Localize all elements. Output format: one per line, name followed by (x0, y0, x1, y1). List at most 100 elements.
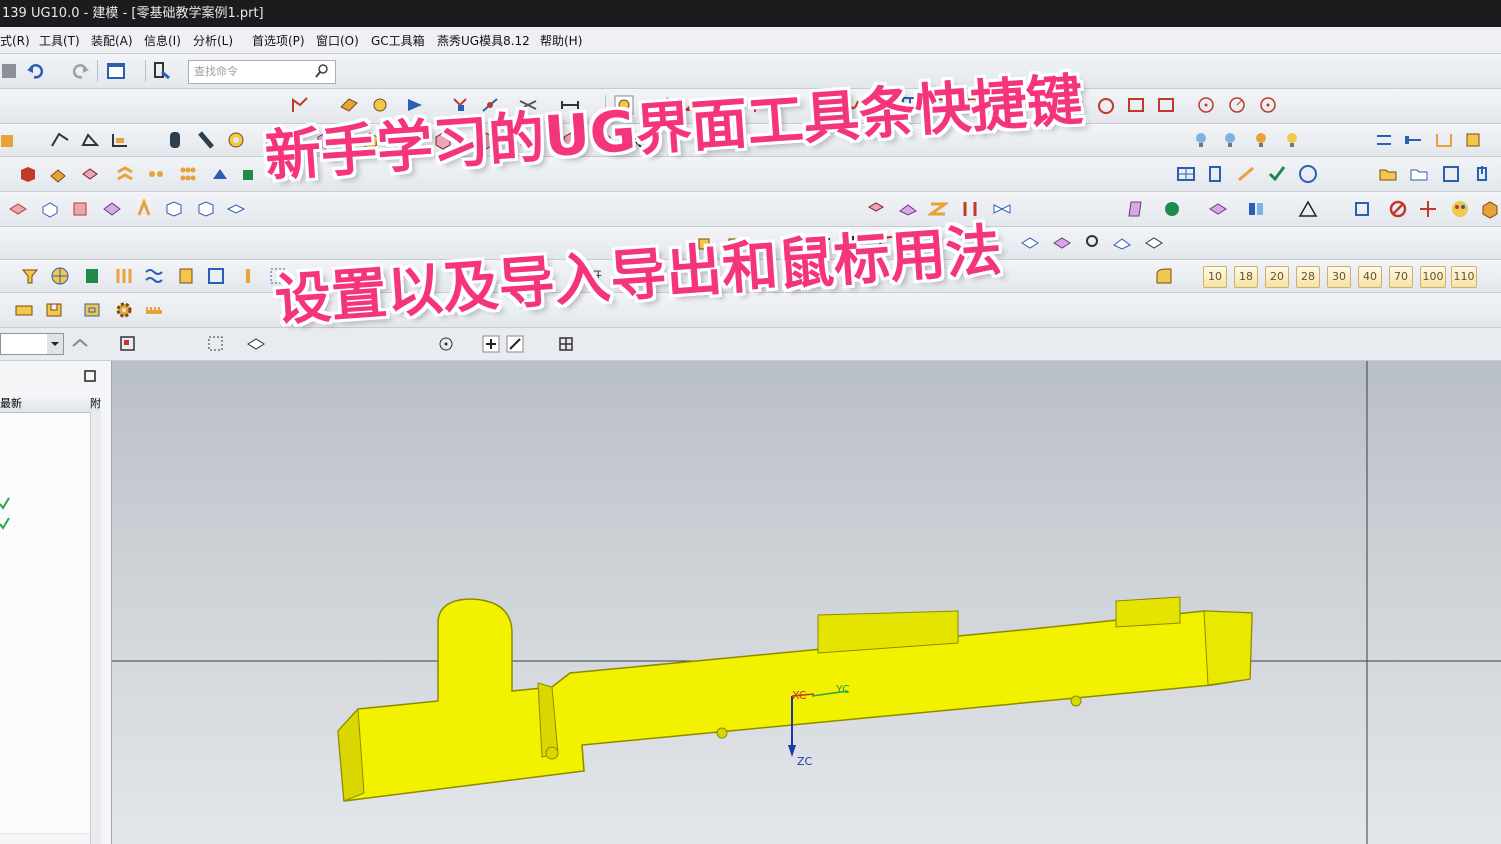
menu-item-preferences[interactable]: 首选项(P) (252, 32, 305, 49)
split-body-icon[interactable] (164, 199, 184, 219)
navigator-scrollbar[interactable] (90, 412, 101, 844)
pillar-icon[interactable] (238, 266, 258, 286)
command-search[interactable]: 查找命令 (188, 60, 336, 84)
table-row[interactable] (0, 533, 100, 554)
component-icon[interactable] (1464, 130, 1484, 150)
table-row[interactable] (0, 553, 100, 574)
table-feature-icon[interactable] (110, 130, 130, 150)
table-row[interactable] (0, 733, 100, 754)
offset-icon[interactable] (115, 164, 135, 184)
layer-28-button[interactable]: 28 (1296, 266, 1320, 288)
layer-20-button[interactable]: 20 (1265, 266, 1289, 288)
menu-item-info[interactable]: 信息(I) (144, 32, 181, 49)
table-row[interactable] (0, 813, 100, 834)
rect-icon[interactable] (1126, 95, 1146, 115)
clamp-icon[interactable] (82, 266, 102, 286)
trim-body-icon[interactable] (134, 199, 154, 219)
sew-icon[interactable] (226, 199, 246, 219)
touch-mode-icon[interactable] (152, 61, 172, 81)
table-row[interactable] (0, 773, 100, 794)
table-row[interactable] (0, 413, 100, 434)
bulb-blue-icon[interactable] (1222, 130, 1242, 150)
pattern-icon[interactable] (146, 164, 166, 184)
sketch-feature-icon[interactable] (50, 130, 70, 150)
table-row[interactable] (0, 693, 100, 714)
replace-face-icon[interactable] (102, 199, 122, 219)
menu-item-format[interactable]: 式(R) (0, 32, 30, 49)
menu-item-help[interactable]: 帮助(H) (540, 32, 582, 49)
bolt-icon[interactable] (196, 130, 216, 150)
menu-item-yanxiu-mold[interactable]: 燕秀UG模具8.12 (437, 32, 530, 49)
window-layout-icon[interactable] (106, 61, 126, 81)
gear-icon[interactable] (114, 300, 134, 320)
table-row[interactable] (0, 793, 100, 814)
comb-icon[interactable] (144, 300, 164, 320)
table-row[interactable] (0, 473, 100, 494)
table-row[interactable] (0, 753, 100, 774)
filter-dropdown[interactable] (0, 333, 64, 355)
box-icon[interactable] (1480, 199, 1500, 219)
menu-item-assembly[interactable]: 装配(A) (91, 32, 133, 49)
menu-item-tools[interactable]: 工具(T) (39, 32, 80, 49)
array-icon[interactable] (178, 164, 198, 184)
table-row[interactable] (0, 613, 100, 634)
lasso-icon[interactable] (206, 334, 226, 354)
wave-icon[interactable] (144, 266, 164, 286)
palette-icon[interactable] (1450, 199, 1470, 219)
select-rect-icon[interactable] (118, 334, 138, 354)
table-row[interactable] (0, 513, 100, 534)
no-entry-icon[interactable] (1388, 199, 1408, 219)
chevron-down-icon[interactable] (47, 334, 63, 354)
layer-icon[interactable] (1208, 199, 1228, 219)
feature-group-icon[interactable] (240, 164, 260, 184)
move-face-icon[interactable] (40, 199, 60, 219)
table-row[interactable] (0, 633, 100, 654)
pin-icon[interactable] (20, 266, 40, 286)
align-icon[interactable] (1374, 130, 1394, 150)
table-row[interactable] (0, 453, 100, 474)
table-row[interactable] (0, 493, 100, 514)
bulb-icon[interactable] (1193, 130, 1213, 150)
circle-point-icon[interactable] (1258, 95, 1278, 115)
list-icon[interactable] (1298, 164, 1318, 184)
save-file-icon[interactable] (1441, 164, 1461, 184)
maximize-icon[interactable] (83, 368, 97, 382)
refresh-icon[interactable] (1352, 199, 1372, 219)
line-snap-icon[interactable] (505, 334, 525, 354)
layer-18-button[interactable]: 18 (1234, 266, 1258, 288)
undo-icon[interactable] (26, 61, 46, 81)
thicken-icon[interactable] (80, 164, 100, 184)
save-icon[interactable] (0, 61, 20, 81)
menu-item-gc-toolbox[interactable]: GC工具箱 (371, 32, 425, 49)
plus-snap-icon[interactable] (481, 334, 501, 354)
ring-icon[interactable] (226, 130, 246, 150)
patch-icon[interactable] (196, 199, 216, 219)
polygon-icon[interactable] (1156, 95, 1176, 115)
sheet-icon[interactable] (1126, 199, 1146, 219)
search-icon[interactable] (314, 63, 330, 79)
layer-select-icon[interactable] (70, 334, 90, 354)
check-icon[interactable] (1267, 164, 1287, 184)
grid-snap-icon[interactable] (556, 334, 576, 354)
circle-center-icon[interactable] (1196, 95, 1216, 115)
view-lock-icon[interactable] (1052, 233, 1072, 253)
menu-item-window[interactable]: 窗口(O) (316, 32, 359, 49)
window-icon[interactable] (206, 266, 226, 286)
studio-icon[interactable] (1144, 233, 1164, 253)
wireframe-icon[interactable] (246, 334, 266, 354)
bulb-orange-icon[interactable] (1253, 130, 1273, 150)
folder-icon[interactable] (1409, 164, 1429, 184)
circle-3pt-icon[interactable] (1096, 95, 1116, 115)
table-icon[interactable] (1176, 164, 1196, 184)
tower-icon[interactable] (1205, 164, 1225, 184)
color-icon[interactable] (1162, 199, 1182, 219)
assembly-icon[interactable] (0, 130, 20, 150)
view-box-icon[interactable] (1020, 233, 1040, 253)
table-row[interactable] (0, 673, 100, 694)
measure-icon[interactable] (1404, 130, 1424, 150)
table-row[interactable] (0, 713, 100, 734)
hole-icon[interactable] (1246, 199, 1266, 219)
layer-100-button[interactable]: 100 (1420, 266, 1446, 288)
pad-icon[interactable] (18, 164, 38, 184)
triangle-icon[interactable] (1298, 199, 1318, 219)
